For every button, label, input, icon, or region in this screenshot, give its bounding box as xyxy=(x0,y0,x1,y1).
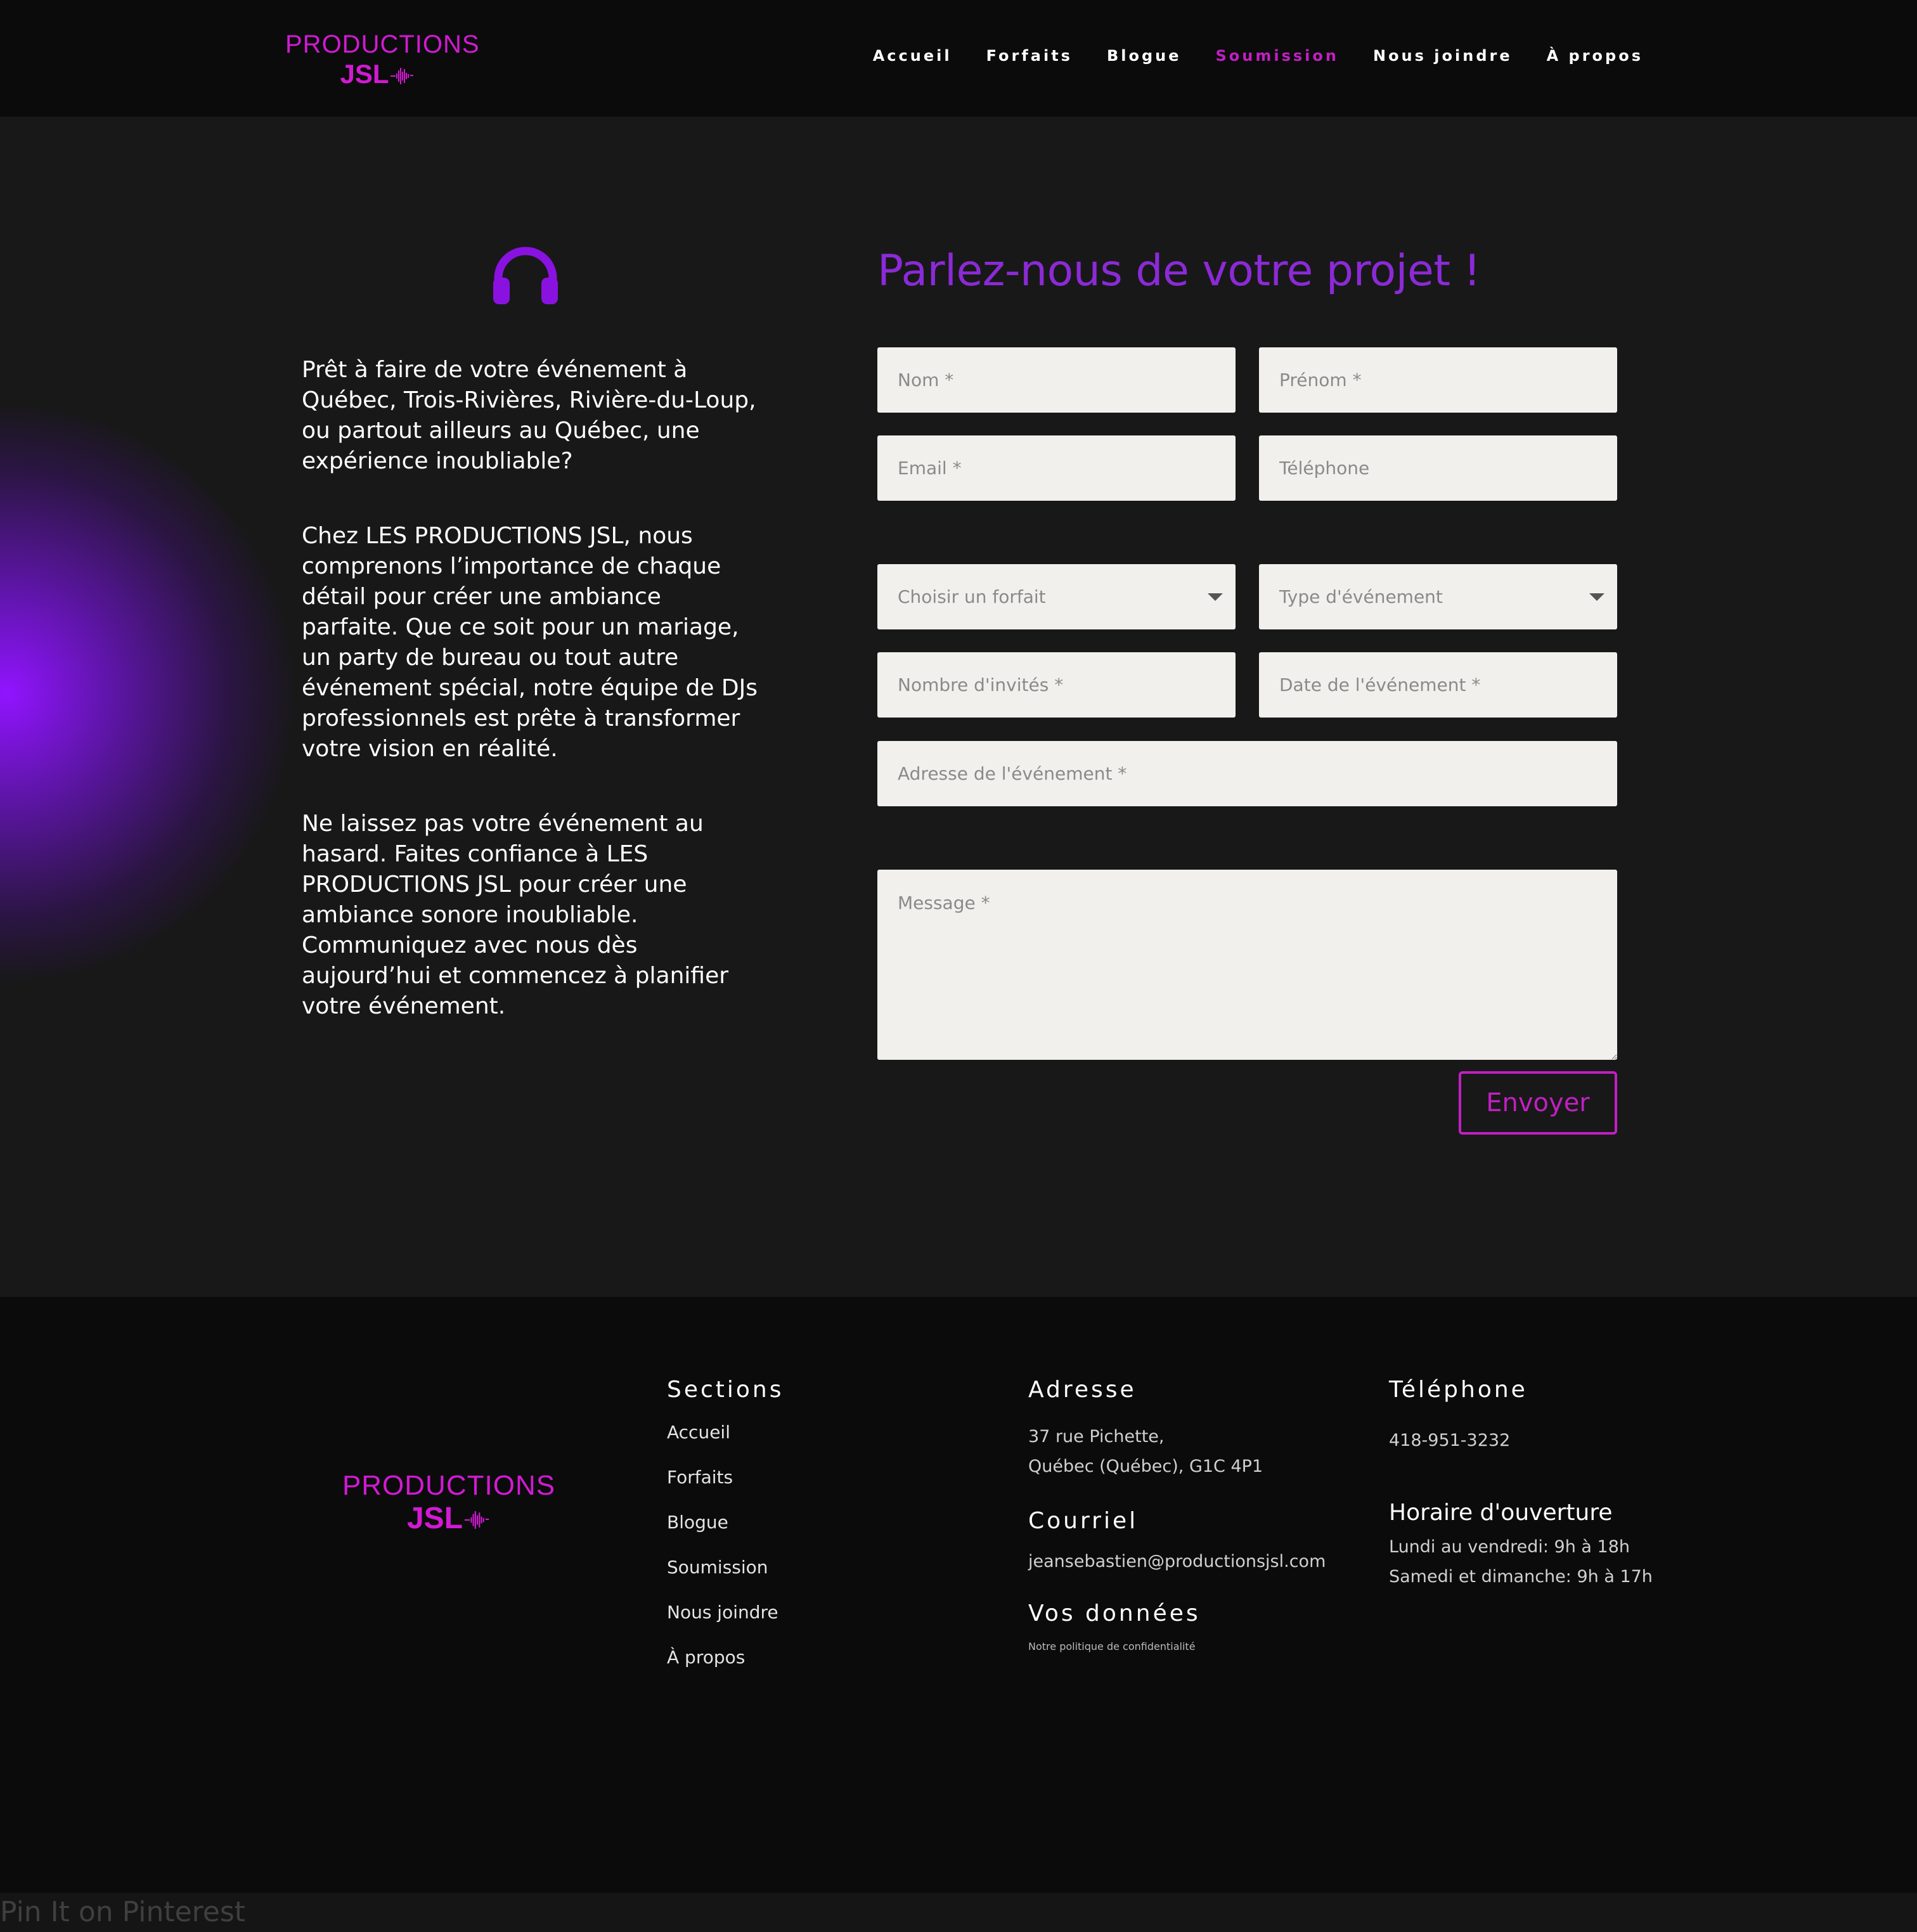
sound-wave-icon xyxy=(390,67,413,84)
forfait-select[interactable]: Choisir un forfait xyxy=(877,564,1236,629)
footer-privacy-link[interactable]: Notre politique de confidentialité xyxy=(1028,1640,1326,1652)
nav-nous-joindre[interactable]: Nous joindre xyxy=(1373,47,1513,65)
pinterest-label: Pin It on Pinterest xyxy=(0,1896,246,1928)
brand-logo-line1: PRODUCTIONS xyxy=(285,30,480,58)
footer-courriel-title: Courriel xyxy=(1028,1508,1139,1534)
prenom-input[interactable] xyxy=(1259,347,1617,413)
footer-logo-jsl: JSL xyxy=(406,1502,463,1535)
footer-phone-column: Téléphone 418-951-3232 Horaire d'ouvertu… xyxy=(1389,1377,1653,1592)
footer-email-link[interactable]: jeansebastien@productionsjsl.com xyxy=(1028,1547,1326,1576)
footer-link-forfaits[interactable]: Forfaits xyxy=(667,1467,784,1488)
type-evenement-select[interactable]: Type d'événement xyxy=(1259,564,1617,629)
chevron-down-icon xyxy=(1208,593,1223,601)
telephone-input[interactable] xyxy=(1259,435,1617,501)
message-textarea[interactable] xyxy=(877,870,1617,1060)
footer-logo-line1: PRODUCTIONS xyxy=(342,1470,556,1501)
nav-accueil[interactable]: Accueil xyxy=(873,47,952,65)
brand-logo-line2: JSL xyxy=(285,61,469,87)
footer-donnees-title: Vos données xyxy=(1028,1600,1201,1626)
footer-logo-line2: JSL xyxy=(341,1504,557,1534)
footer-phone-number[interactable]: 418-951-3232 xyxy=(1389,1426,1653,1455)
chevron-down-icon xyxy=(1589,593,1604,601)
form-title: Parlez-nous de votre projet ! xyxy=(877,246,1481,296)
footer-horaire-title: Horaire d'ouverture xyxy=(1389,1500,1613,1526)
main-nav: Accueil Forfaits Blogue Soumission Nous … xyxy=(873,47,1643,65)
forfait-select-value: Choisir un forfait xyxy=(898,586,1046,607)
brand-logo[interactable]: PRODUCTIONS JSL xyxy=(285,30,480,87)
footer-telephone-title: Téléphone xyxy=(1389,1377,1528,1403)
nombre-invites-input[interactable] xyxy=(877,652,1236,718)
nom-input[interactable] xyxy=(877,347,1236,413)
footer-adresse-line2: Québec (Québec), G1C 4P1 xyxy=(1028,1457,1263,1476)
footer-horaire-line2: Samedi et dimanche: 9h à 17h xyxy=(1389,1567,1653,1587)
intro-paragraph-2: Chez LES PRODUCTIONS JSL, nous comprenon… xyxy=(302,523,758,762)
footer-sections-list: Accueil Forfaits Blogue Soumission Nous … xyxy=(667,1422,784,1668)
footer-link-a-propos[interactable]: À propos xyxy=(667,1647,784,1668)
brand-logo-jsl: JSL xyxy=(340,59,389,89)
footer-adresse-line1: 37 rue Pichette, xyxy=(1028,1427,1165,1446)
footer-link-nous-joindre[interactable]: Nous joindre xyxy=(667,1602,784,1623)
footer-brand-logo[interactable]: PRODUCTIONS JSL xyxy=(341,1472,557,1534)
sound-wave-icon xyxy=(464,1511,489,1530)
footer-link-accueil[interactable]: Accueil xyxy=(667,1422,784,1443)
footer-sections-title: Sections xyxy=(667,1377,784,1403)
nav-forfaits[interactable]: Forfaits xyxy=(986,47,1073,65)
footer-sections-column: Sections Accueil Forfaits Blogue Soumiss… xyxy=(667,1377,784,1692)
site-header: PRODUCTIONS JSL Accueil Forfaits Blogue … xyxy=(0,0,1917,117)
footer-horaire-line1: Lundi au vendredi: 9h à 18h xyxy=(1389,1537,1630,1557)
date-evenement-input[interactable] xyxy=(1259,652,1617,718)
main-content: Prêt à faire de votre événement à Québec… xyxy=(0,117,1917,1297)
footer-adresse-title: Adresse xyxy=(1028,1377,1137,1403)
pinterest-share-bar[interactable]: Pin It on Pinterest xyxy=(0,1893,1917,1932)
footer-link-soumission[interactable]: Soumission xyxy=(667,1557,784,1578)
adresse-evenement-input[interactable] xyxy=(877,741,1617,806)
headphones-icon xyxy=(493,247,558,304)
email-input[interactable] xyxy=(877,435,1236,501)
nav-soumission[interactable]: Soumission xyxy=(1216,47,1339,65)
intro-paragraph-1: Prêt à faire de votre événement à Québec… xyxy=(302,357,756,474)
nav-a-propos[interactable]: À propos xyxy=(1547,47,1643,65)
purple-glow-decoration xyxy=(0,408,292,979)
site-footer: PRODUCTIONS JSL Sections Accueil Forfait… xyxy=(0,1297,1917,1893)
envoyer-button[interactable]: Envoyer xyxy=(1459,1071,1617,1135)
footer-contact-column: Adresse 37 rue Pichette, Québec (Québec)… xyxy=(1028,1377,1326,1652)
footer-link-blogue[interactable]: Blogue xyxy=(667,1512,784,1533)
intro-paragraph-3: Ne laissez pas votre événement au hasard… xyxy=(302,811,729,1019)
type-evenement-select-value: Type d'événement xyxy=(1279,586,1443,607)
nav-blogue[interactable]: Blogue xyxy=(1107,47,1182,65)
intro-text: Prêt à faire de votre événement à Québec… xyxy=(302,355,758,1066)
